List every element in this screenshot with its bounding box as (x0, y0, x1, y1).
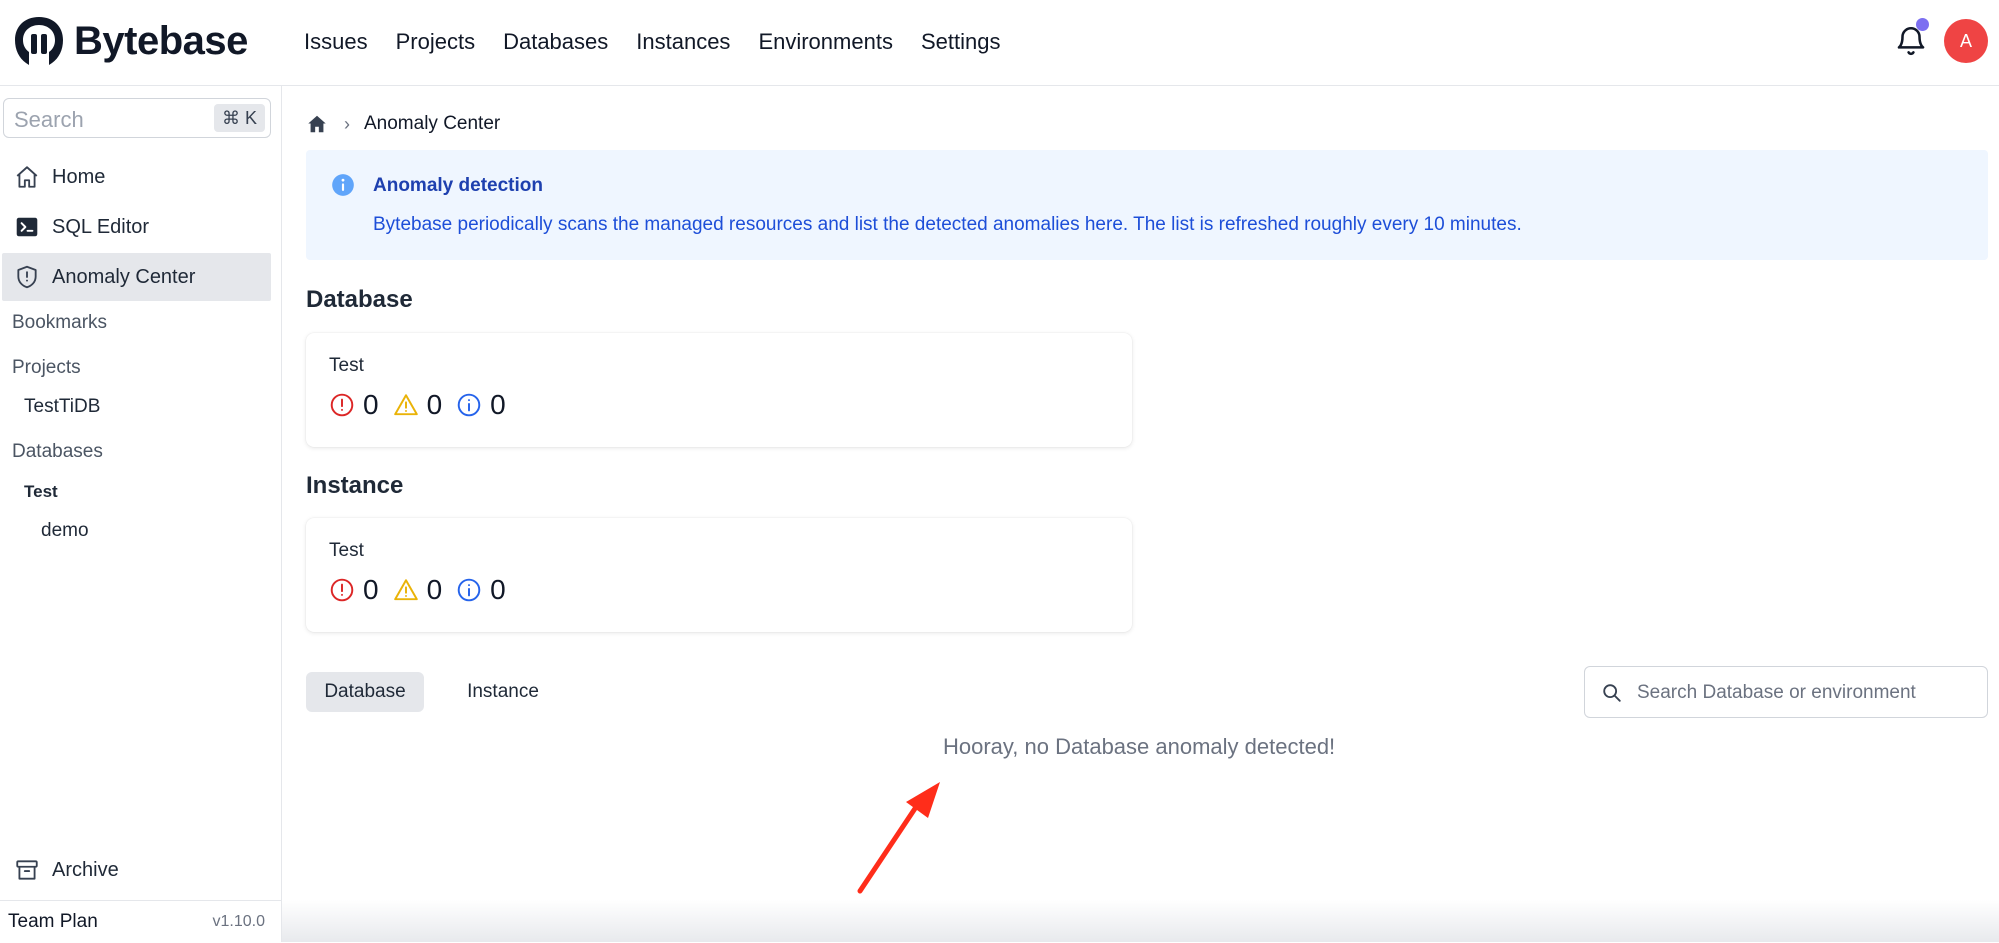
search-icon (1603, 684, 1621, 702)
bytebase-logo-icon (15, 17, 63, 65)
anomaly-counts: 0 0 0 (329, 574, 520, 606)
sidebar: Search ⌘ K Home SQL Editor Anomaly Cente… (0, 86, 282, 943)
nav-databases[interactable]: Databases (503, 29, 608, 55)
nav-issues[interactable]: Issues (304, 29, 368, 55)
search-placeholder: Search (14, 107, 84, 132)
card-env-name: Test (329, 540, 364, 561)
warning-count: 0 (426, 574, 443, 605)
terminal-icon (16, 217, 38, 237)
tab-instance[interactable]: Instance (446, 672, 560, 712)
empty-state-message: Hooray, no Database anomaly detected! (943, 734, 1336, 759)
nav-projects[interactable]: Projects (396, 29, 475, 55)
notification-dot (1916, 18, 1929, 31)
alert-title: Anomaly detection (373, 175, 543, 196)
bookmarks-heading[interactable]: Bookmarks (12, 312, 107, 334)
breadcrumb: › Anomaly Center (306, 109, 500, 139)
sidebar-project-testtidb[interactable]: TestTiDB (24, 396, 100, 418)
sidebar-item-label: Anomaly Center (52, 265, 196, 288)
card-env-name: Test (329, 355, 364, 376)
nav-settings[interactable]: Settings (921, 29, 1001, 55)
sidebar-footer: Team Plan v1.10.0 (0, 900, 281, 943)
sidebar-item-label: Home (52, 165, 106, 188)
tab-label: Database (324, 681, 406, 702)
info-icon (457, 393, 481, 417)
main-nav: Issues Projects Databases Instances Envi… (304, 0, 1028, 84)
sidebar-item-label: Archive (52, 858, 119, 881)
archive-icon (16, 860, 38, 880)
sidebar-env-test[interactable]: Test (24, 482, 58, 502)
instance-summary-card[interactable]: Test 0 0 0 (306, 518, 1132, 632)
sidebar-item-label: SQL Editor (52, 215, 150, 238)
version-label: v1.10.0 (212, 913, 265, 930)
avatar-initial: A (1959, 30, 1972, 51)
bottom-shadow (282, 900, 1999, 942)
projects-heading[interactable]: Projects (12, 357, 81, 379)
user-avatar[interactable]: A (1944, 19, 1988, 63)
tab-label: Instance (467, 681, 539, 702)
info-count: 0 (490, 574, 506, 605)
database-section-title: Database (306, 286, 413, 313)
nav-instances[interactable]: Instances (636, 29, 730, 55)
search-shortcut-badge: ⌘ K (213, 104, 265, 132)
sidebar-item-anomaly-center[interactable]: Anomaly Center (2, 253, 271, 301)
home-icon[interactable] (306, 113, 328, 135)
warning-icon (393, 579, 418, 601)
app-name: Bytebase (74, 18, 248, 63)
sidebar-item-home[interactable]: Home (2, 153, 271, 201)
sidebar-database-demo[interactable]: demo (41, 520, 89, 542)
info-alert: Anomaly detection Bytebase periodically … (306, 150, 1988, 260)
info-icon (457, 578, 481, 602)
warning-count: 0 (426, 389, 443, 420)
error-count: 0 (363, 389, 379, 420)
annotation-arrow-icon (857, 782, 940, 894)
sidebar-search-input[interactable]: Search ⌘ K (3, 98, 271, 138)
sidebar-item-archive[interactable]: Archive (2, 846, 271, 894)
home-icon (16, 166, 38, 188)
tab-database[interactable]: Database (306, 672, 424, 712)
warning-icon (393, 394, 418, 416)
alert-body: Bytebase periodically scans the managed … (373, 214, 1522, 235)
anomaly-search-input[interactable] (1635, 675, 1979, 711)
anomaly-counts: 0 0 0 (329, 389, 520, 421)
chevron-right-icon: › (344, 113, 350, 134)
info-circle-icon (332, 174, 354, 196)
error-icon (330, 393, 354, 417)
app-logo[interactable]: Bytebase (12, 14, 248, 68)
top-nav-bar: Bytebase Issues Projects Databases Insta… (0, 0, 1999, 86)
plan-label[interactable]: Team Plan (8, 911, 98, 933)
shield-icon (17, 265, 37, 289)
anomaly-search-field[interactable] (1584, 666, 1988, 718)
nav-environments[interactable]: Environments (758, 29, 893, 55)
error-count: 0 (363, 574, 379, 605)
sidebar-item-sql-editor[interactable]: SQL Editor (2, 203, 271, 251)
databases-heading[interactable]: Databases (12, 441, 103, 463)
error-icon (330, 578, 354, 602)
instance-section-title: Instance (306, 472, 404, 499)
database-summary-card[interactable]: Test 0 0 0 (306, 333, 1132, 447)
breadcrumb-current: Anomaly Center (364, 113, 501, 134)
info-count: 0 (490, 389, 506, 420)
